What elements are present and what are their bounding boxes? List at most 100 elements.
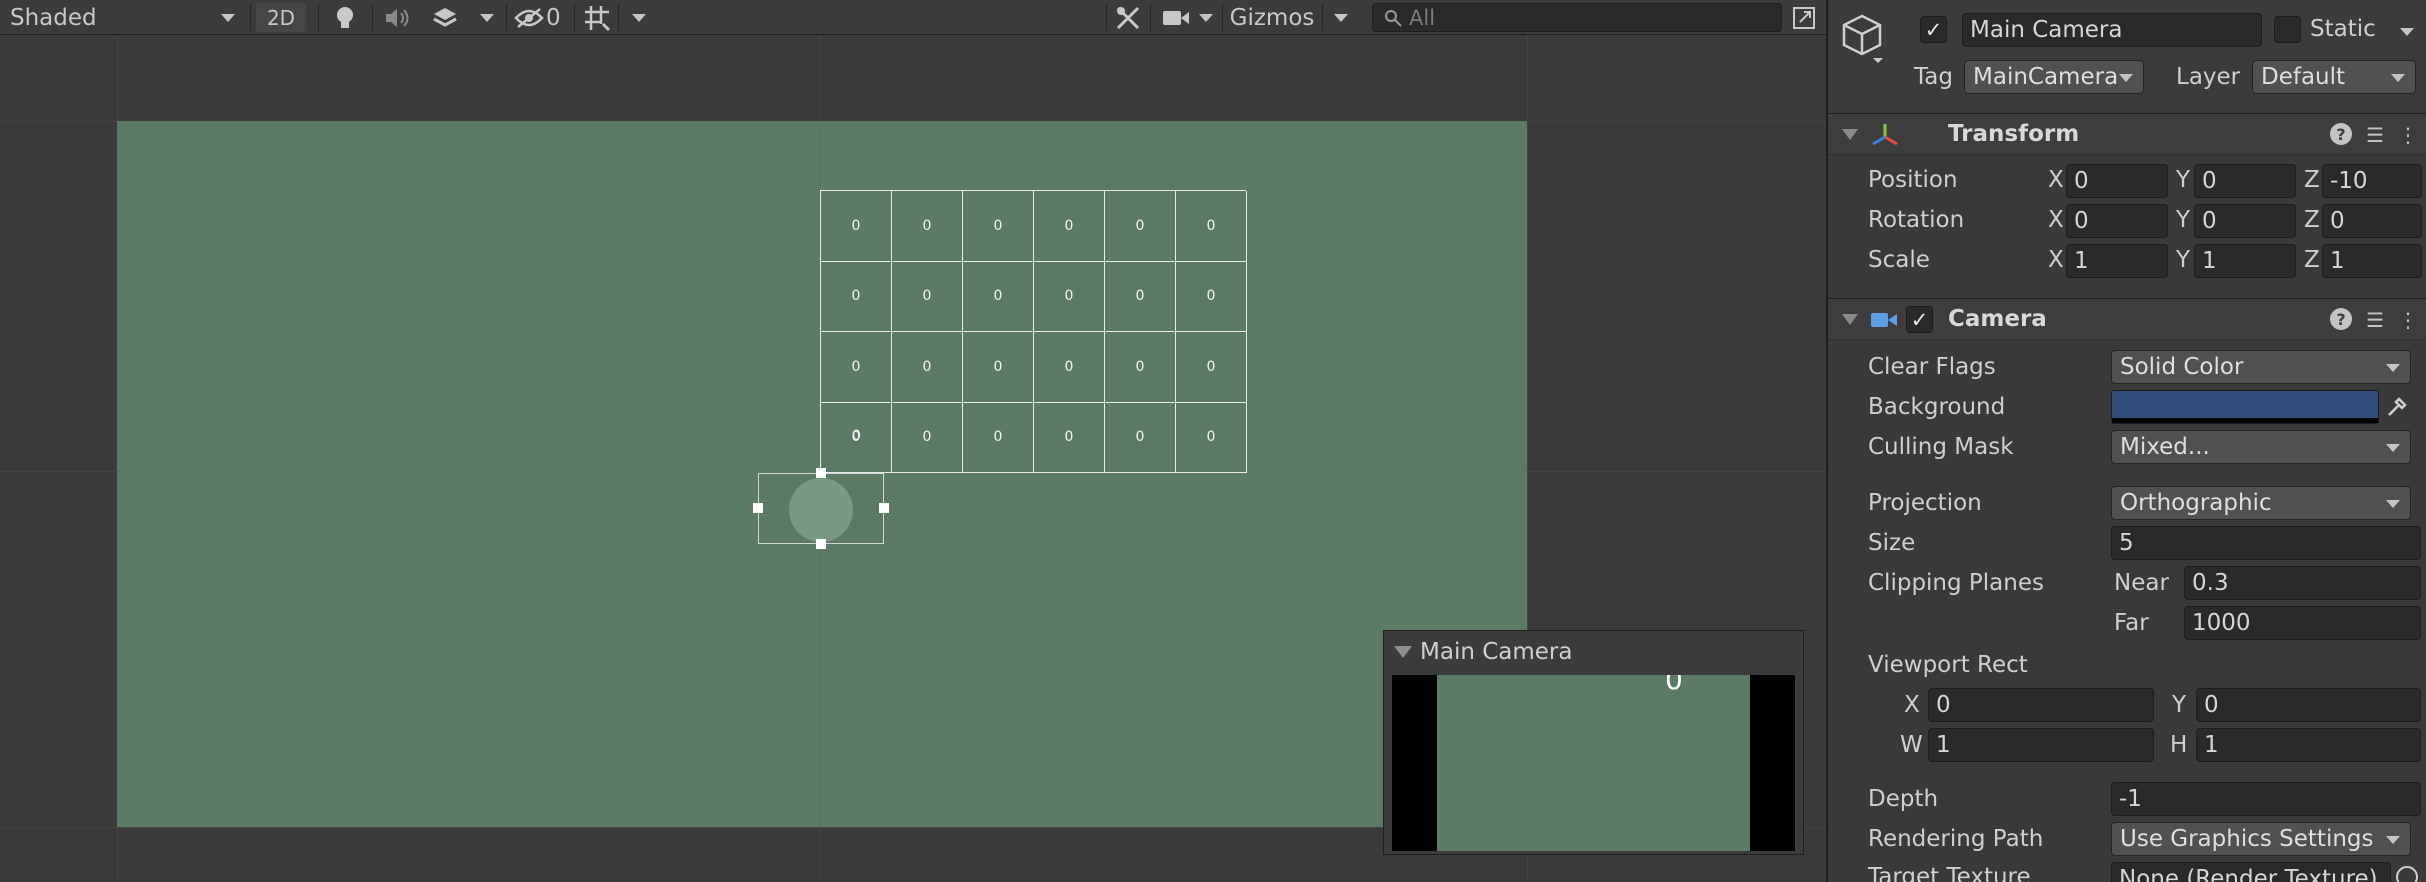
culling-mask-dropdown[interactable]: Mixed...: [2111, 430, 2411, 464]
grid-cell[interactable]: 0: [1034, 191, 1105, 262]
viewport-w-field[interactable]: 1: [1928, 728, 2154, 762]
more-options-icon[interactable]: ⋮: [2398, 123, 2418, 147]
object-active-checkbox[interactable]: ✓: [1920, 16, 1947, 43]
grid-cell[interactable]: 0: [892, 332, 963, 403]
target-texture-field[interactable]: None (Render Texture): [2111, 862, 2391, 882]
grid-cell[interactable]: 0: [1105, 332, 1176, 403]
camera-component-header[interactable]: ✓ Camera ? ☰ ⋮: [1828, 298, 2426, 340]
far-clip-field[interactable]: 1000: [2184, 606, 2421, 640]
grid-cell[interactable]: 0: [1105, 261, 1176, 332]
camera-preview-header[interactable]: Main Camera: [1384, 631, 1803, 673]
chevron-down-icon: [2386, 836, 2400, 844]
grid-cell[interactable]: 0: [1176, 261, 1247, 332]
grid-cell[interactable]: 0: [1034, 402, 1105, 473]
viewport-y-field[interactable]: 0: [2196, 688, 2421, 722]
depth-field[interactable]: -1: [2111, 782, 2421, 816]
rotation-x-field[interactable]: 0: [2066, 204, 2168, 238]
selection-rect[interactable]: [758, 473, 884, 544]
help-icon[interactable]: ?: [2330, 123, 2353, 145]
projection-dropdown[interactable]: Orthographic: [2111, 486, 2411, 520]
static-checkbox[interactable]: [2274, 16, 2301, 43]
presets-sliders-icon[interactable]: ☰: [2366, 123, 2384, 147]
viewport-h-field[interactable]: 1: [2196, 728, 2421, 762]
viewport-x-field[interactable]: 0: [1928, 688, 2154, 722]
toolbar-divider: [618, 4, 619, 31]
position-x-label: X: [2048, 167, 2064, 193]
position-z-field[interactable]: -10: [2322, 164, 2422, 198]
near-clip-field[interactable]: 0.3: [2184, 566, 2421, 600]
object-picker-icon[interactable]: [2396, 866, 2418, 882]
gameobject-cube-icon[interactable]: [1840, 12, 1884, 64]
layer-dropdown[interactable]: Default: [2252, 60, 2416, 94]
camera-settings-button[interactable]: [1158, 0, 1194, 35]
scene-visibility-toggle[interactable]: 0: [514, 0, 570, 35]
scale-x-field[interactable]: 1: [2066, 244, 2168, 278]
effects-dropdown-button[interactable]: [474, 0, 500, 35]
camera-enabled-checkbox[interactable]: ✓: [1906, 306, 1933, 333]
grid-cell[interactable]: 0: [963, 402, 1034, 473]
size-field[interactable]: 5: [2111, 526, 2421, 560]
toggle-2d-button[interactable]: 2D: [256, 3, 306, 32]
clear-flags-dropdown[interactable]: Solid Color: [2111, 350, 2411, 384]
scene-view[interactable]: Shaded 2D 0 Gizmos All 0 0 0 0 0 0 0 0 0…: [0, 0, 1826, 882]
audio-toggle-button[interactable]: [380, 0, 414, 35]
grid-cell[interactable]: 0: [892, 261, 963, 332]
eyedropper-button[interactable]: [2382, 390, 2412, 424]
scale-z-field[interactable]: 1: [2322, 244, 2422, 278]
shading-mode-dropdown[interactable]: Shaded: [0, 0, 245, 35]
gizmos-button[interactable]: Gizmos: [1226, 0, 1318, 35]
foldout-triangle-icon[interactable]: [1842, 314, 1858, 325]
help-icon[interactable]: ?: [2330, 308, 2353, 330]
grid-cell[interactable]: 0: [821, 332, 892, 403]
grid-cell[interactable]: 0: [821, 191, 892, 262]
grid-cell[interactable]: 0: [963, 332, 1034, 403]
grid-dropdown-button[interactable]: [626, 0, 652, 35]
tag-dropdown[interactable]: MainCamera: [1964, 60, 2144, 94]
clear-flags-value: Solid Color: [2120, 354, 2244, 380]
scene-tools-button[interactable]: [1112, 0, 1144, 35]
rotation-y-field[interactable]: 0: [2194, 204, 2296, 238]
rendering-path-dropdown[interactable]: Use Graphics Settings: [2111, 822, 2411, 856]
resize-handle-bottom[interactable]: [816, 539, 826, 549]
static-dropdown-icon[interactable]: [2400, 28, 2414, 36]
game-board-grid[interactable]: 000000000000000000000000: [820, 190, 1247, 473]
rotation-x-label: X: [2048, 207, 2064, 233]
toolbar-divider: [318, 4, 319, 31]
resize-handle-right[interactable]: [879, 503, 889, 513]
position-x-field[interactable]: 0: [2066, 164, 2168, 198]
maximize-view-button[interactable]: [1786, 0, 1822, 35]
grid-cell[interactable]: 0: [963, 261, 1034, 332]
resize-handle-left[interactable]: [753, 503, 763, 513]
grid-cell[interactable]: 0: [1176, 332, 1247, 403]
far-label: Far: [2114, 610, 2149, 636]
grid-cell[interactable]: 0: [963, 191, 1034, 262]
more-options-icon[interactable]: ⋮: [2398, 308, 2418, 332]
grid-cell[interactable]: 0: [892, 402, 963, 473]
presets-sliders-icon[interactable]: ☰: [2366, 308, 2384, 332]
grid-snapping-button[interactable]: [580, 0, 614, 35]
gizmos-dropdown[interactable]: [1326, 0, 1356, 35]
grid-cell[interactable]: 0: [1034, 261, 1105, 332]
resize-handle-top[interactable]: [816, 468, 826, 478]
rotation-z-field[interactable]: 0: [2322, 204, 2422, 238]
foldout-triangle-icon[interactable]: [1842, 129, 1858, 140]
transform-header[interactable]: Transform ? ☰ ⋮: [1828, 113, 2426, 155]
scale-y-field[interactable]: 1: [2194, 244, 2296, 278]
rotation-label: Rotation: [1868, 207, 1965, 233]
grid-cell[interactable]: 0: [1034, 332, 1105, 403]
grid-cell[interactable]: 0: [821, 261, 892, 332]
grid-cell[interactable]: 0: [1105, 191, 1176, 262]
grid-cell[interactable]: 0: [892, 191, 963, 262]
scene-search-input[interactable]: All: [1372, 3, 1782, 32]
lighting-toggle-button[interactable]: [330, 0, 360, 35]
grid-cell[interactable]: 0: [1176, 402, 1247, 473]
grid-cell[interactable]: 0: [1105, 402, 1176, 473]
position-y-field[interactable]: 0: [2194, 164, 2296, 198]
object-name-field[interactable]: Main Camera: [1962, 13, 2262, 47]
grid-cell[interactable]: 0: [1176, 191, 1247, 262]
camera-settings-dropdown[interactable]: [1194, 0, 1218, 35]
near-label: Near: [2114, 570, 2169, 596]
effects-toggle-button[interactable]: [428, 0, 462, 35]
background-color-swatch[interactable]: [2111, 390, 2379, 424]
layers-stack-icon: [433, 7, 457, 27]
